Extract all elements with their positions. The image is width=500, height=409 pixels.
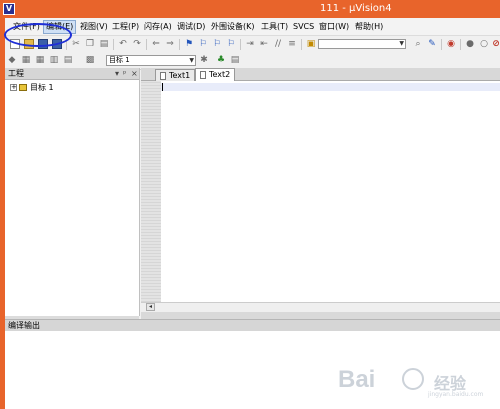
toolbar-separator: [240, 39, 241, 50]
incremental-find-icon[interactable]: ✎: [427, 39, 437, 49]
app-icon[interactable]: V: [3, 3, 15, 15]
indent-icon[interactable]: ⇥: [245, 39, 255, 49]
tree-item-target[interactable]: + 目标 1: [10, 82, 54, 94]
document-icon: [200, 70, 206, 79]
manage-components-icon[interactable]: ♣: [216, 55, 226, 65]
bookmark-icon[interactable]: ⚑: [184, 39, 194, 49]
stop-build-icon[interactable]: ▤: [63, 55, 73, 65]
tab-text2[interactable]: Text2: [195, 68, 236, 81]
toolbar-separator: [146, 39, 147, 50]
tab-label: Text1: [169, 71, 191, 80]
project-panel-title: 工程: [8, 69, 24, 78]
chevron-down-icon[interactable]: ▼: [189, 56, 194, 65]
paw-logo-icon: [402, 368, 424, 390]
find-in-files-icon[interactable]: ▣: [306, 39, 316, 49]
menu-debug[interactable]: 调试(D): [177, 21, 205, 33]
navigate-back-icon[interactable]: ⇐: [151, 39, 161, 49]
batch-build-icon[interactable]: ▥: [49, 55, 59, 65]
toolbar-separator: [179, 39, 180, 50]
menu-view[interactable]: 视图(V): [80, 21, 108, 33]
menu-project[interactable]: 工程(P): [112, 21, 139, 33]
build-icon[interactable]: ▦: [21, 55, 31, 65]
toolbar-separator: [113, 39, 114, 50]
breakpoint-icon[interactable]: ●: [465, 39, 475, 49]
text-caret: [162, 83, 163, 91]
copy-icon[interactable]: ❐: [85, 39, 95, 49]
folder-icon: [19, 84, 27, 91]
pin-icon[interactable]: ᵖ: [123, 68, 126, 79]
editor-footer: [141, 312, 500, 319]
cut-icon[interactable]: ✂: [71, 39, 81, 49]
watermark-url: jingyan.baidu.com: [428, 391, 484, 398]
breakpoint-kill-icon[interactable]: ⊘: [491, 39, 500, 49]
menu-bar: 文件(F) 编辑(E) 视图(V) 工程(P) 闪存(A) 调试(D) 外围设备…: [5, 18, 500, 36]
tab-text1[interactable]: Text1: [155, 69, 196, 81]
file-toolbar: ✂ ❐ ▤ ↶ ↷ ⇐ ⇒ ⚑ ⚐ ⚐ ⚐ ⇥ ⇤ // ≡ ▣ ⌕ ✎ ◉ ●…: [5, 36, 500, 54]
menu-flash[interactable]: 闪存(A): [144, 21, 172, 33]
target-select-value: 目标 1: [109, 56, 130, 64]
paste-icon[interactable]: ▤: [99, 39, 109, 49]
target-options-icon[interactable]: ✱: [199, 55, 209, 65]
select-books-icon[interactable]: ▤: [230, 55, 240, 65]
current-line-highlight: [161, 83, 500, 91]
find-combo[interactable]: ▼: [318, 39, 406, 49]
find-icon[interactable]: ⌕: [413, 39, 423, 49]
menu-help[interactable]: 帮助(H): [355, 21, 383, 33]
code-editor[interactable]: [141, 81, 500, 302]
build-output-title: 编译输出: [8, 321, 40, 330]
tree-item-label: 目标 1: [30, 83, 54, 92]
close-icon[interactable]: ×: [131, 68, 138, 79]
redo-icon[interactable]: ↷: [132, 39, 142, 49]
menu-tools[interactable]: 工具(T): [261, 21, 288, 33]
project-panel: [5, 68, 140, 316]
translate-icon[interactable]: ◆: [7, 55, 17, 65]
toolbar-separator: [301, 39, 302, 50]
comment-icon[interactable]: //: [273, 39, 283, 49]
rebuild-icon[interactable]: ▦: [35, 55, 45, 65]
bookmark-clear-icon[interactable]: ⚐: [226, 39, 236, 49]
scroll-left-icon[interactable]: ◂: [146, 303, 155, 311]
watermark: Bai 经验 jingyan.baidu.com: [338, 360, 488, 400]
target-select[interactable]: 目标 1 ▼: [106, 55, 196, 66]
uncomment-icon[interactable]: ≡: [287, 39, 297, 49]
watermark-text: Bai: [338, 366, 376, 393]
panel-dropdown-icon[interactable]: ▾: [115, 68, 119, 79]
expand-icon[interactable]: +: [10, 84, 17, 91]
editor-gutter[interactable]: [141, 81, 161, 302]
chevron-down-icon[interactable]: ▼: [399, 40, 404, 48]
tab-label: Text2: [209, 70, 231, 79]
window-title: 111 - µVision4: [320, 3, 392, 14]
download-icon[interactable]: ▩: [85, 55, 95, 65]
unindent-icon[interactable]: ⇤: [259, 39, 269, 49]
debug-icon[interactable]: ◉: [446, 39, 456, 49]
editor-tab-strip: Text1 Text2: [141, 68, 500, 81]
toolbar-separator: [460, 39, 461, 50]
toolbar-separator: [441, 39, 442, 50]
bookmark-next-icon[interactable]: ⚐: [212, 39, 222, 49]
breakpoint-disable-icon[interactable]: ○: [479, 39, 489, 49]
document-icon: [160, 71, 166, 80]
menu-svcs[interactable]: SVCS: [293, 21, 314, 33]
navigate-forward-icon[interactable]: ⇒: [165, 39, 175, 49]
undo-icon[interactable]: ↶: [118, 39, 128, 49]
menu-window[interactable]: 窗口(W): [319, 21, 349, 33]
annotation-ellipse: [4, 23, 72, 47]
bookmark-prev-icon[interactable]: ⚐: [198, 39, 208, 49]
project-panel-header: 工程 ▾ ᵖ ×: [5, 68, 139, 80]
menu-peripherals[interactable]: 外围设备(K): [211, 21, 255, 33]
